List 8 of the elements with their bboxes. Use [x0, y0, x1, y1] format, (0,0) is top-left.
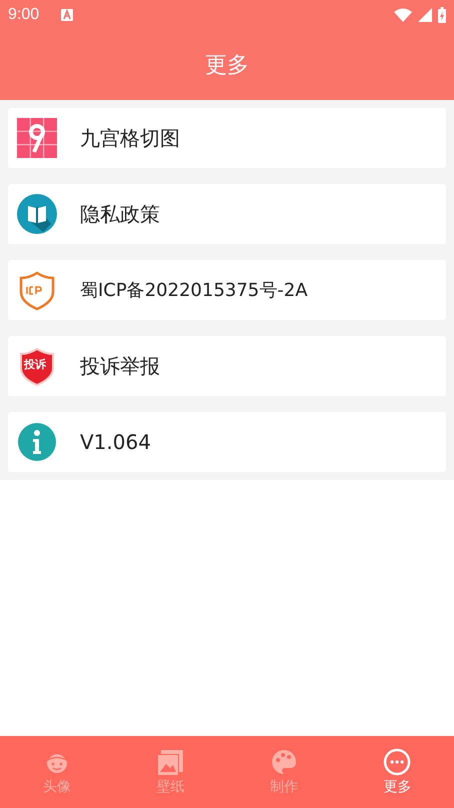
menu-item[interactable]: V1.064	[8, 412, 446, 472]
page-title: 更多	[205, 52, 249, 80]
menu-item[interactable]: 蜀ICP备2022015375号-2A	[8, 260, 446, 320]
icon-label: 投诉	[24, 359, 46, 371]
menu-item[interactable]: 九宫格切图	[8, 108, 446, 168]
status-time: 9:00	[8, 6, 40, 24]
menu-item[interactable]: 投诉 投诉举报	[8, 336, 446, 396]
menu-item[interactable]: 隐私政策	[8, 184, 446, 244]
